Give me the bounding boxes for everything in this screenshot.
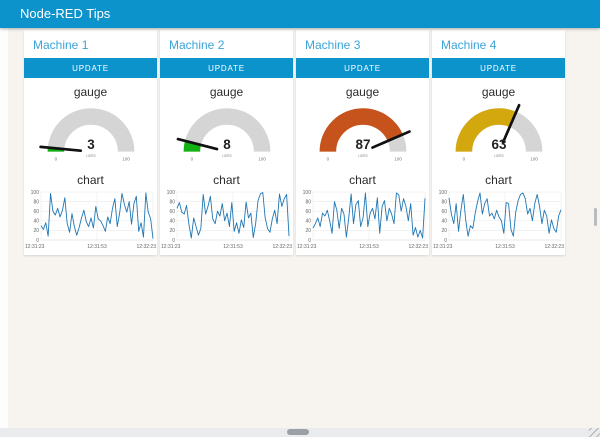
chart-ytick-label: 80 xyxy=(33,200,39,206)
update-button[interactable]: UPDATE xyxy=(160,58,293,78)
chart-xtick-label: 12:32:23 xyxy=(137,244,157,250)
chart-widget: chart 0 20 40 60 80 100 12:31:23 12:31:53 12:32:… xyxy=(160,173,293,254)
chart-ytick-label: 20 xyxy=(169,228,175,234)
gauge-title: gauge xyxy=(296,85,429,99)
machine-card: Machine 4 UPDATE gauge 63units 0 100 chart… xyxy=(432,30,565,255)
chart-ytick-label: 0 xyxy=(444,238,447,244)
machine-title: Machine 3 xyxy=(296,30,429,58)
chart-ytick-label: 0 xyxy=(308,238,311,244)
chart-xtick-label: 12:31:53 xyxy=(87,244,107,250)
gauge-svg: 8units 0 100 xyxy=(165,100,289,166)
gauge-min-label: 0 xyxy=(54,156,57,161)
chart-xtick-label: 12:31:53 xyxy=(223,244,243,250)
machine-title: Machine 1 xyxy=(24,30,157,58)
gauge-needle xyxy=(40,147,80,151)
gauge-value: 3 xyxy=(87,137,94,152)
chart-ytick-label: 80 xyxy=(305,200,311,206)
chart-ytick-label: 60 xyxy=(305,209,311,215)
chart-svg: 0 20 40 60 80 100 12:31:23 12:31:53 12:32:23 xyxy=(432,188,565,254)
chart-ytick-label: 20 xyxy=(33,228,39,234)
gauge-min-label: 0 xyxy=(462,156,465,161)
gauge-value: 63 xyxy=(491,137,506,152)
gauge-max-label: 100 xyxy=(258,156,266,161)
chart-xtick-label: 12:31:23 xyxy=(161,244,181,250)
chart-ytick-label: 0 xyxy=(172,238,175,244)
chart-ytick-label: 20 xyxy=(441,228,447,234)
machine-row: Machine 1 UPDATE gauge 3units0100 chart … xyxy=(24,30,565,255)
update-button[interactable]: UPDATE xyxy=(24,58,157,78)
gauge-min-label: 0 xyxy=(190,156,193,161)
update-button[interactable]: UPDATE xyxy=(432,58,565,78)
machine-card: Machine 2 UPDATE gauge 8units 0 100 chart … xyxy=(160,30,293,255)
chart-xtick-label: 12:32:23 xyxy=(273,244,293,250)
gauge-title: gauge xyxy=(432,85,565,99)
gauge-svg: 87units 0 100 xyxy=(301,100,425,166)
chart-title: chart xyxy=(160,173,293,187)
machine-card: Machine 1 UPDATE gauge 3units 0 100 chart … xyxy=(24,30,157,255)
chart-xtick-label: 12:31:23 xyxy=(297,244,317,250)
chart-ytick-label: 20 xyxy=(305,228,311,234)
chart-xtick-label: 12:31:53 xyxy=(495,244,515,250)
app-title: Node-RED Tips xyxy=(20,6,110,21)
chart-ytick-label: 0 xyxy=(36,238,39,244)
chart-xtick-label: 12:31:23 xyxy=(433,244,453,250)
chart-title: chart xyxy=(24,173,157,187)
chart-ytick-label: 100 xyxy=(303,190,312,196)
chart-ytick-label: 40 xyxy=(305,219,311,225)
chart-xtick-label: 12:31:53 xyxy=(359,244,379,250)
gauge-title: gauge xyxy=(24,85,157,99)
vertical-scrollbar-thumb[interactable] xyxy=(594,208,597,226)
gauge-svg: 3units 0 100 xyxy=(29,100,153,166)
chart-ytick-label: 40 xyxy=(169,219,175,225)
chart-ytick-label: 60 xyxy=(33,209,39,215)
gauge-widget: gauge 8units 0 100 xyxy=(160,85,293,166)
gauge-units-label: units xyxy=(358,153,368,158)
chart-svg: 0 20 40 60 80 100 12:31:23 12:31:53 12:32:23 xyxy=(24,188,157,254)
gauge-widget: gauge 87units 0 100 xyxy=(296,85,429,166)
chart-title: chart xyxy=(432,173,565,187)
gauge-value: 87 xyxy=(355,137,370,152)
gauge-value: 8 xyxy=(223,137,231,152)
chart-xtick-label: 12:32:23 xyxy=(545,244,565,250)
gauge-widget: gauge 3units 0 100 xyxy=(24,85,157,166)
app-header: Node-RED Tips xyxy=(0,0,600,28)
chart-svg: 0 20 40 60 80 100 12:31:23 12:31:53 12:32:23 xyxy=(160,188,293,254)
gauge-widget: gauge 63units 0 100 xyxy=(432,85,565,166)
chart-widget: chart 0 20 40 60 80 100 12:31:23 12:31:53 12:32:… xyxy=(24,173,157,254)
chart-widget: chart 0 20 40 60 80 100 12:31:23 12:31:53 12:32:… xyxy=(432,173,565,254)
left-gutter xyxy=(0,28,8,428)
gauge-title: gauge xyxy=(160,85,293,99)
chart-xtick-label: 12:31:23 xyxy=(25,244,45,250)
horizontal-scrollbar[interactable] xyxy=(0,428,600,437)
resize-grip-icon xyxy=(589,428,600,437)
chart-widget: chart 0 20 40 60 80 100 12:31:23 12:31:53 12:32:… xyxy=(296,173,429,254)
chart-ytick-label: 40 xyxy=(33,219,39,225)
machine-title: Machine 2 xyxy=(160,30,293,58)
horizontal-scrollbar-thumb[interactable] xyxy=(287,429,309,435)
chart-ytick-label: 100 xyxy=(31,190,40,196)
gauge-max-label: 100 xyxy=(122,156,130,161)
update-button[interactable]: UPDATE xyxy=(296,58,429,78)
chart-ytick-label: 100 xyxy=(439,190,448,196)
gauge-units-label: units xyxy=(222,153,232,158)
chart-svg: 0 20 40 60 80 100 12:31:23 12:31:53 12:32:23 xyxy=(296,188,429,254)
chart-ytick-label: 40 xyxy=(441,219,447,225)
gauge-max-label: 100 xyxy=(394,156,402,161)
gauge-max-label: 100 xyxy=(530,156,538,161)
chart-ytick-label: 80 xyxy=(169,200,175,206)
gauge-units-label: units xyxy=(494,153,504,158)
chart-title: chart xyxy=(296,173,429,187)
gauge-min-label: 0 xyxy=(326,156,329,161)
chart-ytick-label: 80 xyxy=(441,200,447,206)
chart-ytick-label: 60 xyxy=(169,209,175,215)
machine-card: Machine 3 UPDATE gauge 87units 0 100 chart… xyxy=(296,30,429,255)
chart-ytick-label: 60 xyxy=(441,209,447,215)
gauge-units-label: units xyxy=(86,153,96,158)
chart-ytick-label: 100 xyxy=(167,190,176,196)
machine-title: Machine 4 xyxy=(432,30,565,58)
chart-xtick-label: 12:32:23 xyxy=(409,244,429,250)
gauge-svg: 63units 0 100 xyxy=(437,100,561,166)
